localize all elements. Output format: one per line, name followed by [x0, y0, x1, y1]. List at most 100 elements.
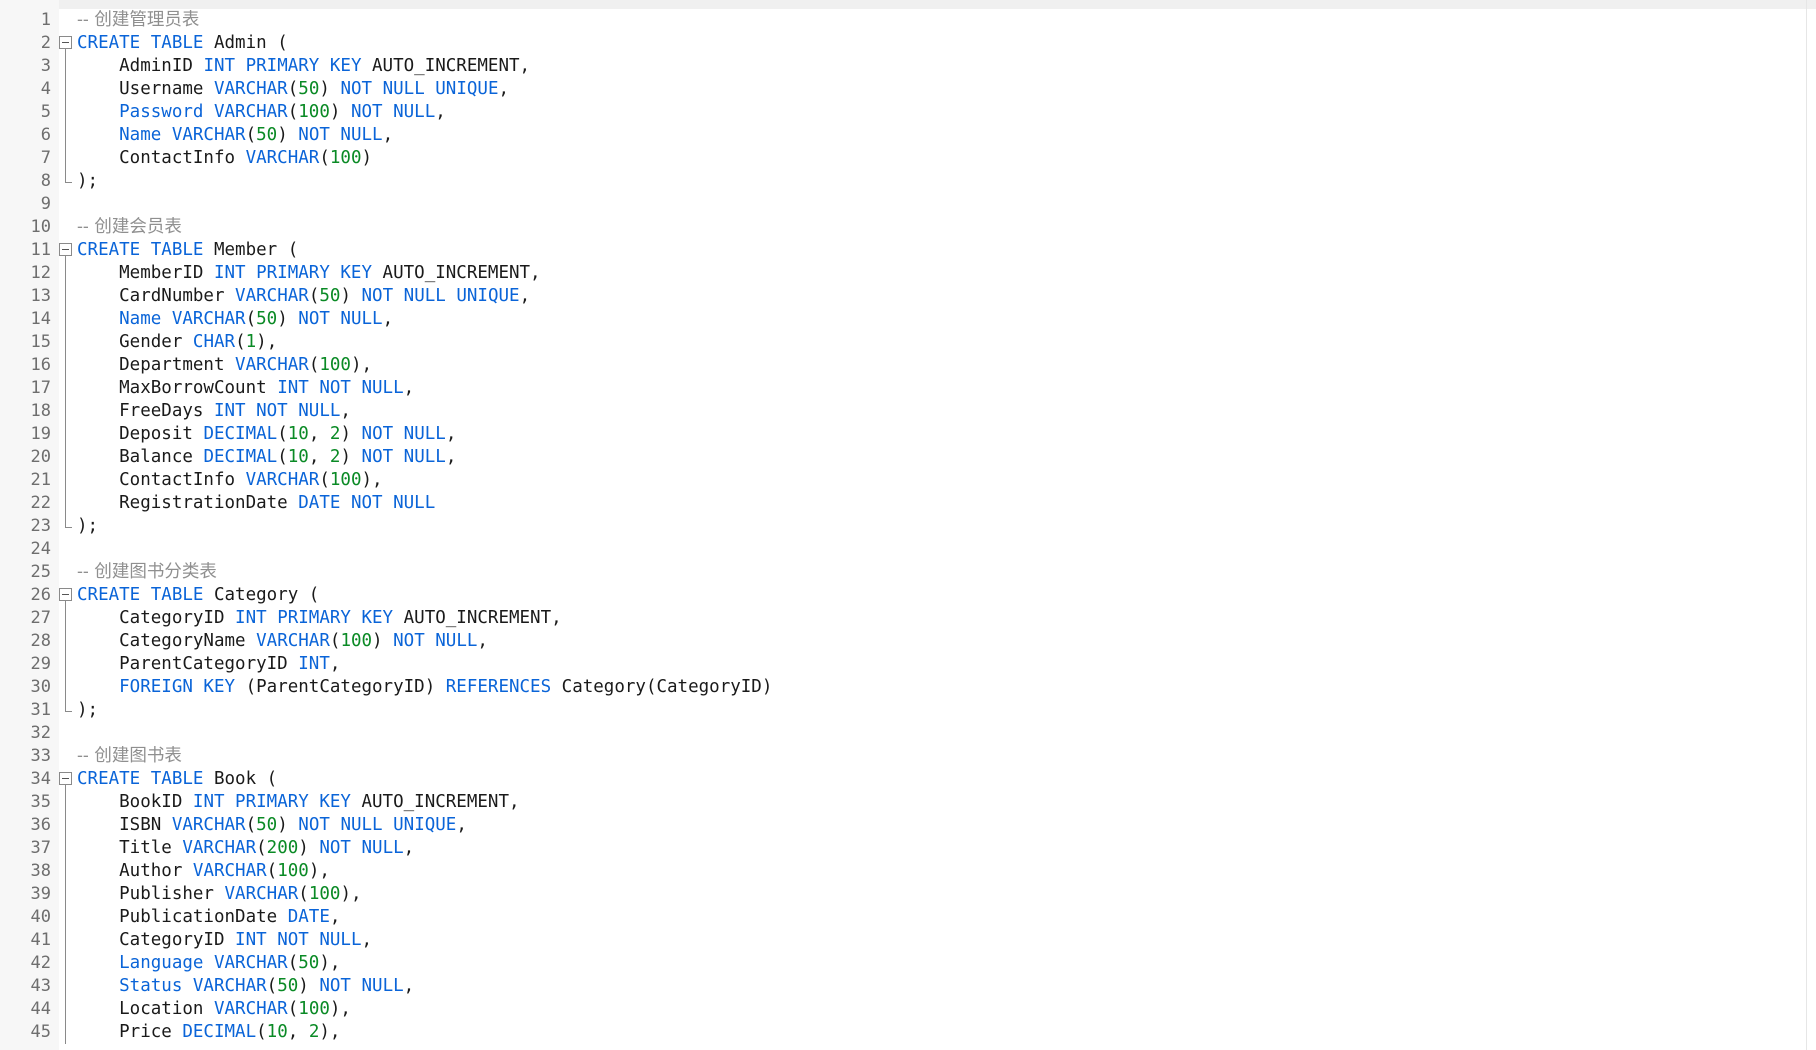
fold-collapse-icon[interactable]	[58, 32, 76, 55]
code-text[interactable]: Gender CHAR(1),	[77, 331, 277, 354]
code-text[interactable]: Username VARCHAR(50) NOT NULL UNIQUE,	[77, 78, 509, 101]
code-text[interactable]: FOREIGN KEY (ParentCategoryID) REFERENCE…	[77, 676, 772, 699]
fold-collapse-icon[interactable]	[58, 239, 76, 262]
code-text[interactable]: Language VARCHAR(50),	[77, 952, 340, 975]
code-line[interactable]: 34 CREATE TABLE Book (	[0, 768, 1806, 791]
fold-box[interactable]	[59, 36, 72, 49]
code-text[interactable]: Location VARCHAR(100),	[77, 998, 351, 1021]
code-token: ,	[361, 930, 373, 950]
code-text[interactable]: -- 创建图书分类表	[77, 561, 217, 584]
code-line[interactable]: 33 -- 创建图书表	[0, 745, 1806, 768]
code-line[interactable]: 37 Title VARCHAR(200) NOT NULL,	[0, 837, 1806, 860]
code-lines[interactable]: 1 -- 创建管理员表 2 CREATE TABLE Admin (3 AdminID…	[0, 9, 1806, 1044]
code-text[interactable]: );	[77, 699, 98, 722]
code-line[interactable]: 45 Price DECIMAL(10, 2),	[0, 1021, 1806, 1044]
code-text[interactable]: Name VARCHAR(50) NOT NULL,	[77, 124, 393, 147]
code-line[interactable]: 28 CategoryName VARCHAR(100) NOT NULL,	[0, 630, 1806, 653]
fold-box[interactable]	[59, 243, 72, 256]
code-token: (	[287, 953, 299, 973]
code-text[interactable]: ISBN VARCHAR(50) NOT NULL UNIQUE,	[77, 814, 467, 837]
code-line[interactable]: 39 Publisher VARCHAR(100),	[0, 883, 1806, 906]
code-line[interactable]: 6 Name VARCHAR(50) NOT NULL,	[0, 124, 1806, 147]
fold-collapse-icon[interactable]	[58, 768, 76, 791]
code-text[interactable]: Price DECIMAL(10, 2),	[77, 1021, 340, 1044]
code-line[interactable]: 25 -- 创建图书分类表	[0, 561, 1806, 584]
code-text[interactable]: );	[77, 515, 98, 538]
code-line[interactable]: 18 FreeDays INT NOT NULL,	[0, 400, 1806, 423]
code-text[interactable]: Password VARCHAR(100) NOT NULL,	[77, 101, 446, 124]
code-line[interactable]: 29 ParentCategoryID INT,	[0, 653, 1806, 676]
code-line[interactable]: 14 Name VARCHAR(50) NOT NULL,	[0, 308, 1806, 331]
code-text[interactable]: ContactInfo VARCHAR(100)	[77, 147, 372, 170]
code-text[interactable]: BookID INT PRIMARY KEY AUTO_INCREMENT,	[77, 791, 519, 814]
code-text[interactable]: Balance DECIMAL(10, 2) NOT NULL,	[77, 446, 456, 469]
code-text[interactable]: Department VARCHAR(100),	[77, 354, 372, 377]
code-text[interactable]: ParentCategoryID INT,	[77, 653, 340, 676]
code-text[interactable]: ContactInfo VARCHAR(100),	[77, 469, 382, 492]
code-line[interactable]: 9	[0, 193, 1806, 216]
code-line[interactable]: 44 Location VARCHAR(100),	[0, 998, 1806, 1021]
code-text[interactable]: -- 创建管理员表	[77, 9, 199, 32]
code-text[interactable]: AdminID INT PRIMARY KEY AUTO_INCREMENT,	[77, 55, 530, 78]
code-text[interactable]: CategoryID INT NOT NULL,	[77, 929, 372, 952]
code-text[interactable]: MaxBorrowCount INT NOT NULL,	[77, 377, 414, 400]
code-line[interactable]: 7 ContactInfo VARCHAR(100)	[0, 147, 1806, 170]
code-line[interactable]: 21 ContactInfo VARCHAR(100),	[0, 469, 1806, 492]
fold-box[interactable]	[59, 588, 72, 601]
code-text[interactable]: RegistrationDate DATE NOT NULL	[77, 492, 435, 515]
fold-collapse-icon[interactable]	[58, 584, 76, 607]
code-line[interactable]: 17 MaxBorrowCount INT NOT NULL,	[0, 377, 1806, 400]
code-line[interactable]: 19 Deposit DECIMAL(10, 2) NOT NULL,	[0, 423, 1806, 446]
code-text[interactable]: Deposit DECIMAL(10, 2) NOT NULL,	[77, 423, 456, 446]
code-line[interactable]: 22 RegistrationDate DATE NOT NULL	[0, 492, 1806, 515]
code-line[interactable]: 16 Department VARCHAR(100),	[0, 354, 1806, 377]
code-text[interactable]: Title VARCHAR(200) NOT NULL,	[77, 837, 414, 860]
code-line[interactable]: 12 MemberID INT PRIMARY KEY AUTO_INCREME…	[0, 262, 1806, 285]
code-text[interactable]: FreeDays INT NOT NULL,	[77, 400, 351, 423]
code-text[interactable]: Name VARCHAR(50) NOT NULL,	[77, 308, 393, 331]
code-line[interactable]: 36 ISBN VARCHAR(50) NOT NULL UNIQUE,	[0, 814, 1806, 837]
code-line[interactable]: 43 Status VARCHAR(50) NOT NULL,	[0, 975, 1806, 998]
code-line[interactable]: 38 Author VARCHAR(100),	[0, 860, 1806, 883]
code-text[interactable]: CREATE TABLE Book (	[77, 768, 277, 791]
code-text[interactable]: CategoryName VARCHAR(100) NOT NULL,	[77, 630, 488, 653]
code-line[interactable]: 31);	[0, 699, 1806, 722]
code-text[interactable]: -- 创建会员表	[77, 216, 182, 239]
code-line[interactable]: 23);	[0, 515, 1806, 538]
code-editor[interactable]: 1 -- 创建管理员表 2 CREATE TABLE Admin (3 AdminID…	[0, 0, 1816, 1050]
code-line[interactable]: 35 BookID INT PRIMARY KEY AUTO_INCREMENT…	[0, 791, 1806, 814]
code-line[interactable]: 8);	[0, 170, 1806, 193]
code-text[interactable]: Status VARCHAR(50) NOT NULL,	[77, 975, 414, 998]
code-line[interactable]: 4 Username VARCHAR(50) NOT NULL UNIQUE,	[0, 78, 1806, 101]
code-text[interactable]: -- 创建图书表	[77, 745, 182, 768]
code-line[interactable]: 5 Password VARCHAR(100) NOT NULL,	[0, 101, 1806, 124]
code-line[interactable]: 2 CREATE TABLE Admin (	[0, 32, 1806, 55]
code-text[interactable]: CREATE TABLE Admin (	[77, 32, 288, 55]
code-line[interactable]: 26 CREATE TABLE Category (	[0, 584, 1806, 607]
code-line[interactable]: 24	[0, 538, 1806, 561]
code-text[interactable]: CREATE TABLE Member (	[77, 239, 298, 262]
code-line[interactable]: 41 CategoryID INT NOT NULL,	[0, 929, 1806, 952]
code-line[interactable]: 10 -- 创建会员表	[0, 216, 1806, 239]
code-text[interactable]: CardNumber VARCHAR(50) NOT NULL UNIQUE,	[77, 285, 530, 308]
code-line[interactable]: 20 Balance DECIMAL(10, 2) NOT NULL,	[0, 446, 1806, 469]
code-line[interactable]: 30 FOREIGN KEY (ParentCategoryID) REFERE…	[0, 676, 1806, 699]
code-line[interactable]: 27 CategoryID INT PRIMARY KEY AUTO_INCRE…	[0, 607, 1806, 630]
code-text[interactable]: PublicationDate DATE,	[77, 906, 340, 929]
code-text[interactable]: );	[77, 170, 98, 193]
code-token: (	[235, 332, 246, 352]
code-line[interactable]: 40 PublicationDate DATE,	[0, 906, 1806, 929]
code-text[interactable]: Author VARCHAR(100),	[77, 860, 330, 883]
code-line[interactable]: 42 Language VARCHAR(50),	[0, 952, 1806, 975]
code-text[interactable]: CategoryID INT PRIMARY KEY AUTO_INCREMEN…	[77, 607, 562, 630]
code-line[interactable]: 1 -- 创建管理员表	[0, 9, 1806, 32]
code-text[interactable]: MemberID INT PRIMARY KEY AUTO_INCREMENT,	[77, 262, 540, 285]
code-line[interactable]: 13 CardNumber VARCHAR(50) NOT NULL UNIQU…	[0, 285, 1806, 308]
code-text[interactable]: CREATE TABLE Category (	[77, 584, 319, 607]
code-line[interactable]: 15 Gender CHAR(1),	[0, 331, 1806, 354]
fold-box[interactable]	[59, 772, 72, 785]
code-line[interactable]: 11 CREATE TABLE Member (	[0, 239, 1806, 262]
code-line[interactable]: 3 AdminID INT PRIMARY KEY AUTO_INCREMENT…	[0, 55, 1806, 78]
code-line[interactable]: 32	[0, 722, 1806, 745]
code-text[interactable]: Publisher VARCHAR(100),	[77, 883, 361, 906]
